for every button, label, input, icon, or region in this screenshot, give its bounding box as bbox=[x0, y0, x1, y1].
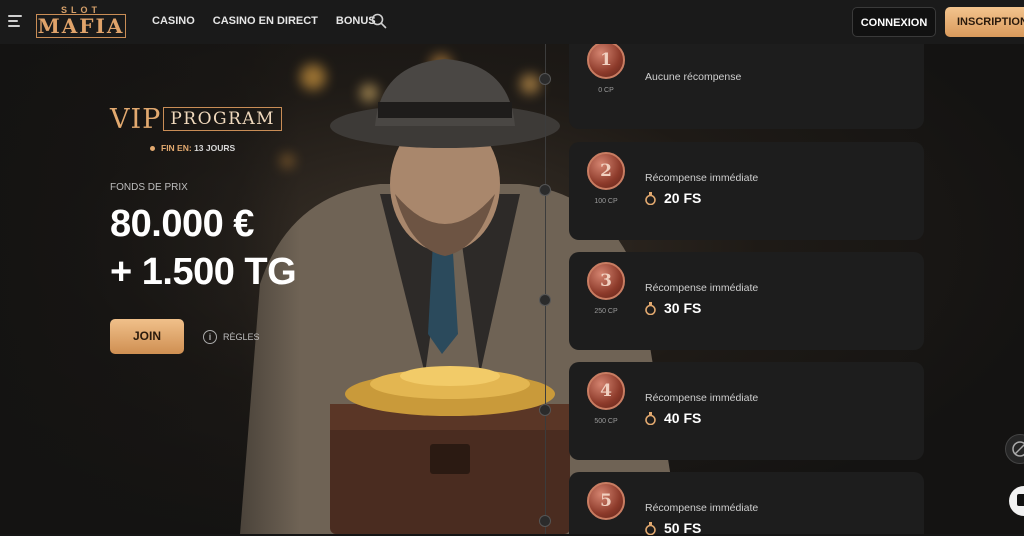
coin-icon bbox=[645, 411, 656, 425]
site-logo[interactable]: SLOT MAFIA bbox=[36, 5, 126, 39]
level-points: 250 CP bbox=[594, 308, 618, 315]
nav-bonus[interactable]: BONUS bbox=[336, 15, 376, 27]
level-card: 2 100 CP Récompense immédiate 20 FS bbox=[569, 142, 924, 240]
level-card: 4 500 CP Récompense immédiate 40 FS bbox=[569, 362, 924, 460]
nav-casino[interactable]: CASINO bbox=[152, 15, 195, 27]
countdown: FIN EN: 13 JOURS bbox=[150, 143, 235, 153]
reward-value-text: 30 FS bbox=[664, 300, 702, 316]
level-medal-icon: 4 bbox=[587, 372, 625, 410]
level-points: 100 CP bbox=[594, 198, 618, 205]
main-nav: CASINO CASINO EN DIRECT BONUS bbox=[152, 15, 376, 27]
nav-live-casino[interactable]: CASINO EN DIRECT bbox=[213, 15, 318, 27]
timeline-dot bbox=[539, 184, 551, 196]
reward-value-text: 20 FS bbox=[664, 190, 702, 206]
level-card: 5 Récompense immédiate 50 FS bbox=[569, 472, 924, 536]
timeline-dot bbox=[539, 404, 551, 416]
reward-label: Récompense immédiate bbox=[645, 502, 759, 514]
hamburger-menu-icon[interactable] bbox=[8, 15, 22, 27]
timeline-dot bbox=[539, 73, 551, 85]
level-card: 3 250 CP Récompense immédiate 30 FS bbox=[569, 252, 924, 350]
search-icon[interactable] bbox=[371, 13, 387, 29]
timeline-dot bbox=[539, 515, 551, 527]
register-button[interactable]: INSCRIPTION bbox=[945, 7, 1024, 37]
top-header: SLOT MAFIA CASINO CASINO EN DIRECT BONUS… bbox=[0, 0, 1024, 44]
logo-main-text: MAFIA bbox=[36, 14, 126, 38]
vip-program-logo: VIP PROGRAM bbox=[110, 103, 283, 135]
level-card: 1 0 CP Aucune récompense bbox=[569, 31, 924, 129]
coin-icon bbox=[645, 301, 656, 315]
program-text: PROGRAM bbox=[163, 107, 283, 131]
reward-value: 40 FS bbox=[645, 410, 701, 426]
coin-icon bbox=[645, 521, 656, 535]
countdown-dot-icon bbox=[150, 146, 155, 152]
prize-pool-label: FONDS DE PRIX bbox=[110, 182, 188, 193]
reward-label: Récompense immédiate bbox=[645, 282, 759, 294]
countdown-label: FIN EN: bbox=[161, 143, 192, 153]
reward-label: Aucune récompense bbox=[645, 71, 742, 83]
level-medal-icon: 2 bbox=[587, 152, 625, 190]
reward-value-text: 40 FS bbox=[664, 410, 702, 426]
prize-pool-extra: + 1.500 TG bbox=[110, 251, 297, 293]
compass-icon bbox=[1012, 441, 1024, 457]
level-medal-icon: 3 bbox=[587, 262, 625, 300]
info-icon: i bbox=[203, 330, 217, 344]
support-widget-icon[interactable] bbox=[1005, 434, 1024, 464]
level-timeline bbox=[545, 44, 546, 534]
reward-label: Récompense immédiate bbox=[645, 392, 759, 404]
reward-value: 20 FS bbox=[645, 190, 701, 206]
vip-text: VIP bbox=[110, 103, 162, 135]
login-button[interactable]: CONNEXION bbox=[852, 7, 936, 37]
rules-label: RÈGLES bbox=[223, 332, 260, 342]
coin-icon bbox=[645, 191, 656, 205]
level-medal-icon: 1 bbox=[587, 41, 625, 79]
level-points: 500 CP bbox=[594, 418, 618, 425]
level-points: 0 CP bbox=[598, 87, 614, 94]
join-button[interactable]: JOIN bbox=[110, 319, 184, 354]
timeline-dot bbox=[539, 294, 551, 306]
prize-pool-amount: 80.000 € bbox=[110, 203, 254, 245]
rules-link[interactable]: i RÈGLES bbox=[203, 330, 260, 344]
reward-value: 30 FS bbox=[645, 300, 701, 316]
countdown-value: 13 JOURS bbox=[194, 143, 236, 153]
reward-label: Récompense immédiate bbox=[645, 172, 759, 184]
level-medal-icon: 5 bbox=[587, 482, 625, 520]
